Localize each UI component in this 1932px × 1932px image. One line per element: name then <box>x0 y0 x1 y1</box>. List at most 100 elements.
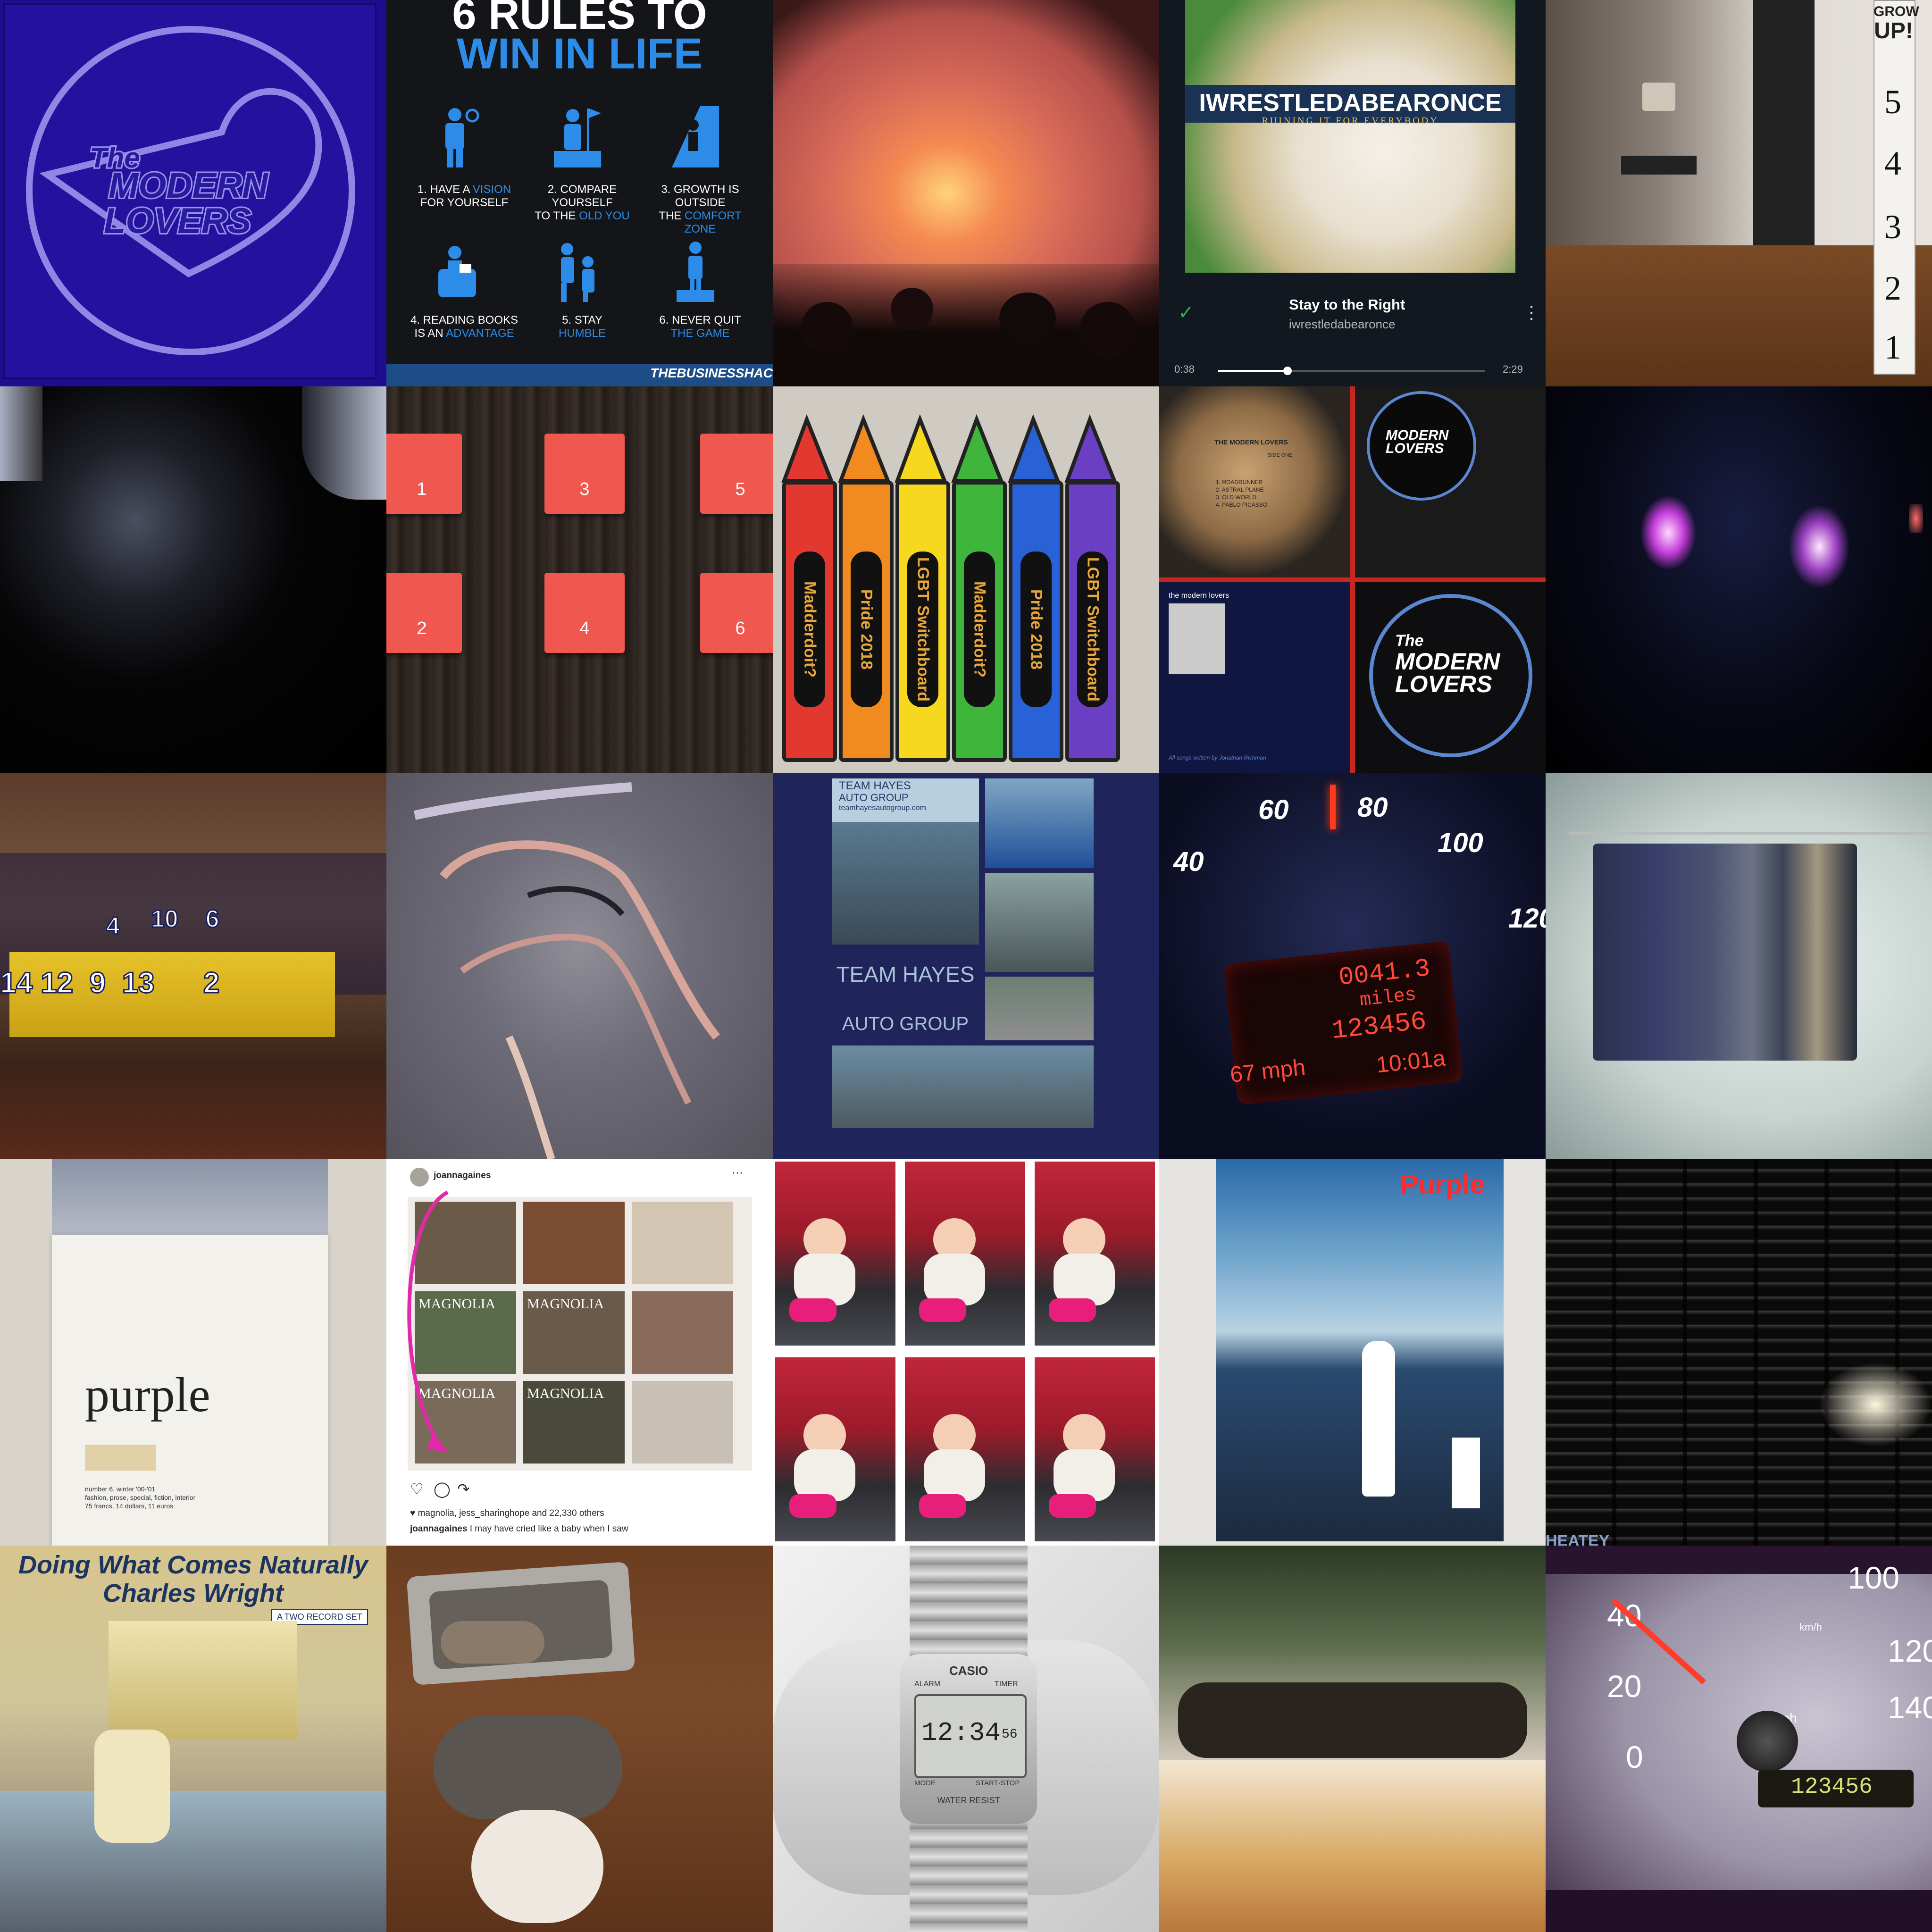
watch-brand: CASIO <box>949 1664 988 1678</box>
purple-magazine-photo[interactable]: Purple <box>1159 1159 1546 1546</box>
kids-group-photo[interactable] <box>1159 1546 1546 1932</box>
photo-grid: The MODERN LOVERS 6 RULES TO WIN IN LIFE… <box>0 0 1932 1932</box>
barcode <box>1452 1438 1480 1508</box>
share-icon[interactable]: ↷ <box>457 1480 470 1498</box>
speed-needle <box>1330 785 1336 829</box>
sleeping-dogs-photo[interactable] <box>386 1546 773 1932</box>
car-speedometer-photo[interactable]: 0 20 40 100 120 140 mph km/h 123456 <box>1546 1546 1932 1932</box>
ruler-mark-1: 1 <box>1884 328 1901 366</box>
flag-figure-icon <box>554 109 601 167</box>
elapsed-time: 0:38 <box>1174 363 1195 375</box>
purple-book-photo[interactable]: purple number 6, winter '00-'01 fashion, … <box>0 1159 386 1546</box>
magazine-title: MAGNOLIA <box>527 1386 604 1401</box>
magazine-cover <box>632 1291 733 1374</box>
staircase <box>1753 0 1815 245</box>
alarm-label: ALARM <box>914 1680 941 1688</box>
sleeve-logo-text: MODERN LOVERS <box>1386 427 1449 456</box>
six-rules-poster[interactable]: 6 RULES TO WIN IN LIFE 1. HAVE A VISION F… <box>386 0 773 386</box>
light-edge <box>0 386 42 481</box>
mailbox-2: 2 <box>386 573 462 653</box>
magazine-cover <box>632 1202 733 1284</box>
car-photo-blue <box>985 778 1094 868</box>
growth-chart-hallway-photo[interactable]: GROW UP! 5 4 3 2 1 <box>1546 0 1932 386</box>
artist-name[interactable]: iwrestledabearonce <box>1289 317 1395 332</box>
podium-figure-icon <box>677 242 714 302</box>
team-hayes-sub: AUTO GROUP <box>842 1013 969 1034</box>
progress-bar[interactable] <box>1218 367 1485 375</box>
pink-arrow-annotation <box>407 1190 449 1452</box>
instagram-post-screenshot[interactable]: joannagaines ··· MAGNOLIA MAGNOLIA MAGNO… <box>386 1159 773 1546</box>
lcd-time: 12:34 <box>921 1718 1001 1748</box>
hanging-shirts-photo[interactable] <box>1546 773 1932 1159</box>
casio-watch-photo[interactable]: CASIO ALARM TIMER 12:34 56 MODE START·ST… <box>773 1546 1159 1932</box>
team-jerseys-photo[interactable]: 14 12 9 13 2 10 6 4 <box>0 773 386 1159</box>
girl-figure <box>1362 1341 1395 1497</box>
charles-wright-album-photo[interactable]: Doing What Comes Naturally Charles Wrigh… <box>0 1546 386 1932</box>
baby-photo-grid[interactable] <box>773 1159 1159 1546</box>
car-photo-row <box>832 1045 1094 1128</box>
crowd-head <box>891 288 933 330</box>
front-sleeve-logo: The MODERN LOVERS <box>1395 632 1500 697</box>
rule-3: 3. GROWTH IS OUTSIDE THE COMFORT ZONE <box>659 183 742 235</box>
dash-bottom <box>1546 1890 1932 1932</box>
fluffy-dog <box>471 1810 603 1923</box>
rules-title-line2: WIN IN LIFE <box>456 30 703 78</box>
more-options-icon[interactable]: ⋮ <box>1522 302 1540 323</box>
spotify-now-playing-screenshot[interactable]: IWRESTLEDABEARONCE RUINING IT FOR EVERYB… <box>1159 0 1546 386</box>
growth-ruler <box>1873 0 1915 375</box>
baby-photo <box>905 1162 1025 1346</box>
mph-100: 100 <box>1848 1560 1900 1595</box>
sign-name: TEAM HAYES <box>839 779 911 792</box>
sleeping-dog <box>441 1621 544 1664</box>
car-dashboard-photo[interactable]: 40 60 80 100 120 0041.3 miles 123456 67 … <box>1159 773 1546 1159</box>
progress-knob[interactable] <box>1283 367 1292 375</box>
stage-dancers-photo[interactable] <box>1546 386 1932 773</box>
price-sticker <box>85 1445 156 1471</box>
more-options-icon[interactable]: ··· <box>732 1166 743 1179</box>
mailbox-1: 1 <box>386 434 462 514</box>
team-hayes-collage[interactable]: TEAM HAYES AUTO GROUP teamhayesautogroup… <box>773 773 1159 1159</box>
ruler-mark-5: 5 <box>1884 83 1901 121</box>
water-resist-label: WATER RESIST <box>937 1796 1000 1805</box>
vinyl-side: SIDE ONE <box>1268 452 1293 458</box>
lamp-shade <box>1642 83 1675 111</box>
modern-lovers-vinyl-collage[interactable]: THE MODERN LOVERS SIDE ONE 1. ROADRUNNER… <box>1159 386 1546 773</box>
mailbox-5: 5 <box>700 434 773 514</box>
mode-label: MODE <box>914 1779 936 1787</box>
mph-140: 140 <box>1888 1690 1932 1725</box>
saved-check-icon[interactable]: ✓ <box>1178 302 1194 324</box>
album-title-modern: MODERN <box>107 164 269 207</box>
post-username[interactable]: joannagaines <box>434 1171 491 1181</box>
stage-lights <box>1909 504 1923 533</box>
dark-face-photo[interactable] <box>0 386 386 773</box>
mailbox-3: 3 <box>544 434 625 514</box>
mailbox-4: 4 <box>544 573 625 653</box>
magazine-cover <box>632 1381 733 1464</box>
magazine-title: Purple <box>1400 1169 1485 1200</box>
rule-6: 6. NEVER QUIT THE GAME <box>659 314 741 340</box>
avatar[interactable] <box>410 1168 429 1187</box>
concert-fire-photo[interactable] <box>773 0 1159 386</box>
modern-lovers-album-photo[interactable]: The MODERN LOVERS <box>0 0 386 386</box>
likes-count: ♥ magnolia, jess_sharinghope and 22,330 … <box>410 1508 604 1518</box>
ruler-header-line1: GROW <box>1873 4 1919 19</box>
panel-grid <box>1546 1159 1932 1546</box>
building-sign: HEATEY <box>1546 1532 1610 1546</box>
cover-photo-strip <box>52 1159 328 1235</box>
crowd-head <box>999 293 1056 344</box>
dancer-right <box>1789 504 1850 589</box>
vinyl-tracklist: 1. ROADRUNNER 2. ASTRAL PLANE 3. OLD WORLD… <box>1216 479 1268 508</box>
abstract-painting-photo[interactable] <box>386 773 773 1159</box>
red-mailboxes-photo[interactable]: 1 3 5 2 4 6 <box>386 386 773 773</box>
shaggy-dog <box>434 1715 622 1819</box>
album-title: Doing What Comes Naturally <box>18 1551 368 1579</box>
ruler-mark-2: 2 <box>1884 269 1901 307</box>
book-title: purple <box>85 1368 210 1422</box>
song-title: Stay to the Right <box>1289 296 1405 313</box>
comment-icon[interactable]: ◯ <box>434 1480 451 1498</box>
ruler-mark-4: 4 <box>1884 144 1901 182</box>
rule-2: 2. COMPARE YOURSELF TO THE OLD YOU <box>535 183 630 222</box>
pride-crayons-sign-photo[interactable]: Madderdoit? Pride 2018 LGBT Switchboard … <box>773 386 1159 773</box>
like-icon[interactable]: ♡ <box>410 1480 424 1498</box>
metal-panel-wall-photo[interactable]: HEATEY <box>1546 1159 1932 1546</box>
